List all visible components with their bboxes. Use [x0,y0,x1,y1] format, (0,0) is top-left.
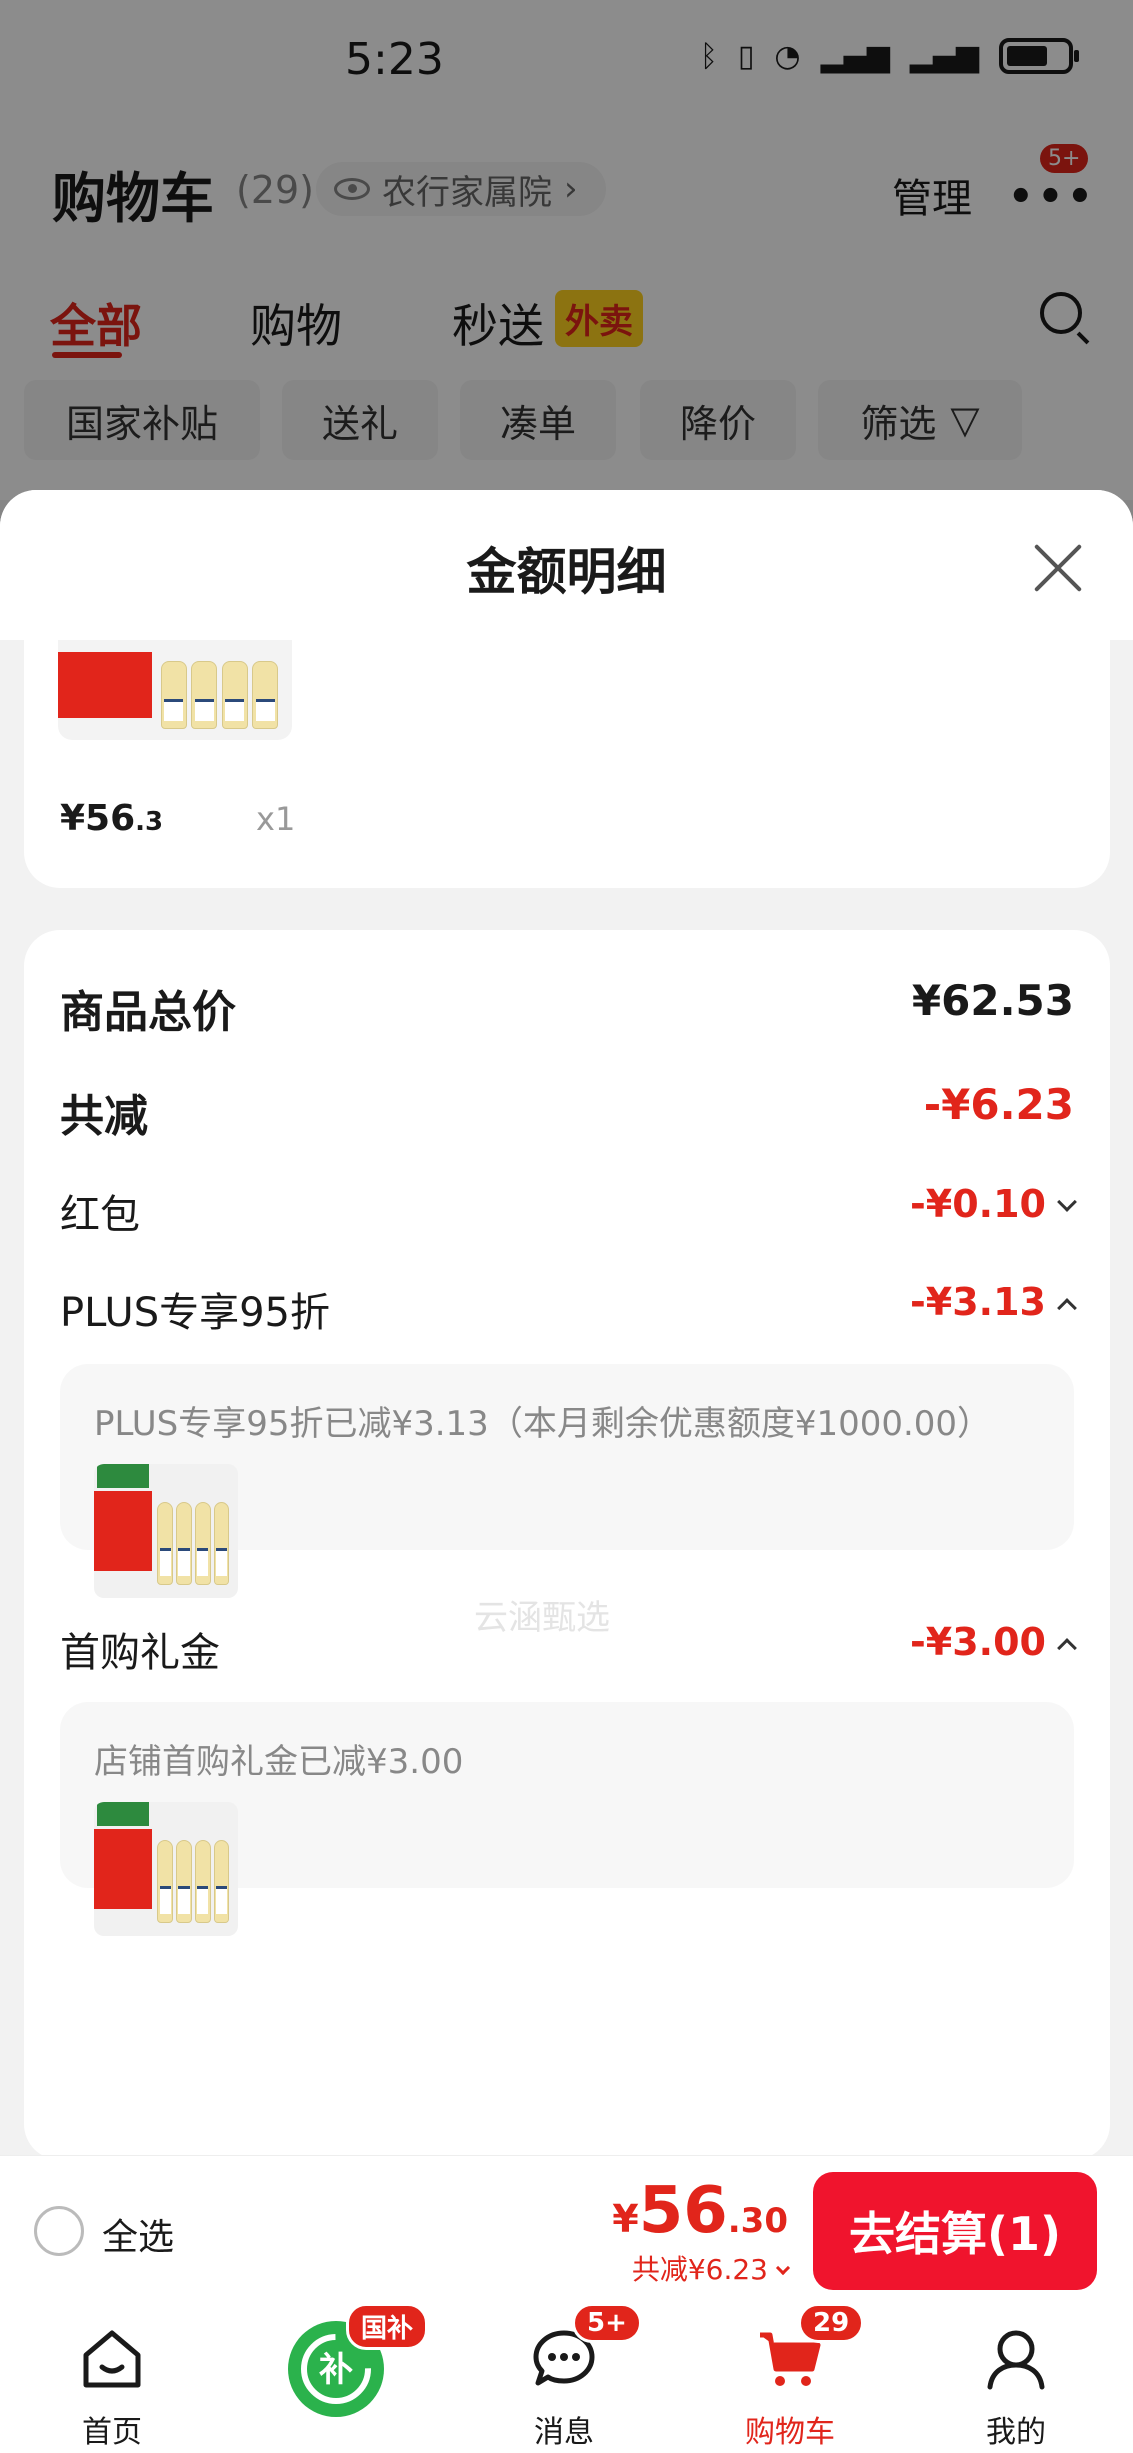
chevron-down-icon [1057,1192,1077,1212]
redpacket-value: -¥0.10 [910,1182,1046,1226]
first-purchase-label: 首购礼金 [60,1630,220,1676]
product-card: ¥56.3 x1 [24,640,1110,888]
nav-profile[interactable]: 我的 [916,2303,1116,2453]
chevron-up-icon [1057,1638,1077,1658]
first-purchase-detail-box: 店铺首购礼金已减¥3.00 [60,1702,1074,1936]
profile-icon [987,2330,1045,2390]
plus-label: PLUS专享95折 [60,1290,330,1336]
first-purchase-value-wrap: -¥3.00 [910,1620,1077,1664]
checkout-button[interactable]: 去结算(1) [813,2172,1097,2290]
total-row: 商品总价 ¥62.53 [60,976,1074,1038]
plus-detail-box: PLUS专享95折已减¥3.13（本月剩余优惠额度¥1000.00） [60,1364,1074,1598]
nav-home[interactable]: 首页 [12,2303,212,2453]
product-quantity: x1 [256,800,296,838]
redpacket-label: 红包 [60,1192,140,1238]
close-icon[interactable] [1030,540,1086,596]
first-purchase-value: -¥3.00 [910,1620,1046,1664]
chevron-down-icon [775,2260,791,2276]
select-all-label[interactable]: 全选 [102,2208,174,2260]
product-price: ¥56.3 [60,798,163,839]
nav-subsidy[interactable]: 补 国补 [236,2303,436,2453]
total-label: 商品总价 [60,987,236,1038]
sheet-header: 金额明细 [0,490,1133,640]
checkout-bar: 全选 ¥56.30 共减¥6.23 去结算(1) [0,2155,1133,2303]
total-price-yen: ¥ [612,2197,639,2241]
nav-cart-label: 购物车 [745,2415,835,2450]
product-price-int: ¥56 [60,798,136,839]
home-icon [83,2330,141,2388]
nav-home-label: 首页 [82,2415,142,2450]
watermark: 云涵甄选 [474,1598,610,1638]
plus-detail-text: PLUS专享95折已减¥3.13（本月剩余优惠额度¥1000.00） [94,1404,992,1444]
bottom-nav: 首页 补 国补 消息 5+ 购物车 29 我的 [0,2303,1133,2453]
discount-toggle[interactable]: 共减¥6.23 [631,2248,791,2288]
nav-messages-badge: 5+ [572,2303,642,2343]
plus-value-wrap: -¥3.13 [910,1280,1077,1324]
first-purchase-product-thumb[interactable] [94,1802,238,1936]
product-price-dec: .3 [135,807,164,837]
reduce-label: 共减 [60,1091,148,1142]
discount-label: 共减¥6.23 [631,2253,768,2286]
reduce-row: 共减 -¥6.23 [60,1080,1074,1142]
total-price-dec: .30 [727,2201,788,2241]
nav-messages-label: 消息 [534,2415,594,2450]
price-summary-card: 商品总价 ¥62.53 共减 -¥6.23 红包 -¥0.10 PLUS专享95… [24,930,1110,2160]
select-all-checkbox[interactable] [34,2206,84,2256]
chevron-up-icon [1057,1298,1077,1318]
redpacket-value-wrap: -¥0.10 [910,1182,1077,1226]
total-value: ¥62.53 [911,976,1074,1025]
total-price-int: 56 [638,2174,728,2248]
svg-text:补: 补 [319,2350,353,2390]
nav-cart[interactable]: 购物车 29 [690,2303,890,2453]
nav-subsidy-badge: 国补 [346,2303,429,2350]
total-price: ¥56.30 [612,2174,788,2248]
nav-cart-badge: 29 [798,2303,865,2343]
plus-value: -¥3.13 [910,1280,1046,1324]
nav-messages[interactable]: 消息 5+ [464,2303,664,2453]
plus-product-thumb[interactable] [94,1464,238,1598]
sheet-title: 金额明细 [466,543,667,601]
product-image[interactable] [58,640,292,740]
reduce-value: -¥6.23 [923,1080,1074,1129]
nav-profile-label: 我的 [986,2415,1046,2450]
plus-row[interactable]: PLUS专享95折 -¥3.13 [60,1280,1077,1340]
redpacket-row[interactable]: 红包 -¥0.10 [60,1182,1077,1242]
first-purchase-detail-text: 店铺首购礼金已减¥3.00 [94,1742,464,1782]
